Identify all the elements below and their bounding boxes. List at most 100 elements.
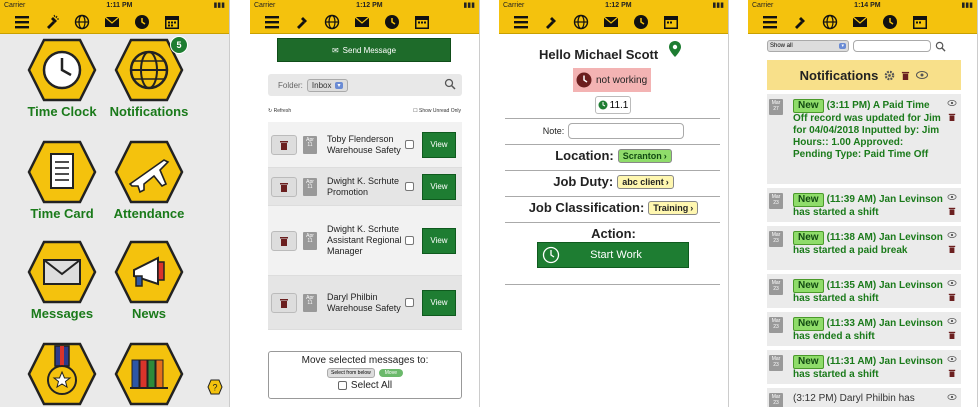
flashlight-icon[interactable] bbox=[792, 14, 808, 30]
calendar-icon[interactable] bbox=[912, 14, 928, 30]
mail-icon[interactable] bbox=[852, 14, 868, 30]
message-checkbox[interactable] bbox=[405, 236, 414, 245]
globe-icon[interactable] bbox=[573, 14, 589, 30]
eye-icon[interactable] bbox=[947, 280, 957, 286]
filter-value: Show all bbox=[770, 43, 793, 49]
eye-icon[interactable] bbox=[916, 71, 929, 79]
view-button[interactable]: View bbox=[422, 227, 456, 254]
trash-icon[interactable] bbox=[948, 112, 956, 122]
trash-icon[interactable] bbox=[948, 292, 956, 302]
move-target-select[interactable]: Select from below bbox=[327, 368, 375, 378]
notification-item[interactable]: Mar 23 New (11:38 AM) Jan Levinson has sta… bbox=[767, 226, 961, 270]
flashlight-icon[interactable] bbox=[294, 14, 310, 30]
trash-icon[interactable] bbox=[948, 244, 956, 254]
clock-icon[interactable] bbox=[882, 14, 898, 30]
message-checkbox[interactable] bbox=[405, 140, 414, 149]
gear-icon[interactable] bbox=[884, 70, 895, 81]
message-row[interactable]: Apr 11 Toby Flenderson Warehouse Safety V… bbox=[268, 122, 462, 168]
tile-time-clock[interactable]: Time Clock bbox=[12, 38, 112, 119]
notification-item[interactable]: Mar 23 New (11:31 AM) Jan Levinson has sta… bbox=[767, 350, 961, 384]
move-messages-panel: Move selected messages to: Select from b… bbox=[268, 351, 462, 399]
carrier-label: Carrier bbox=[503, 1, 525, 9]
view-button[interactable]: View bbox=[422, 131, 456, 158]
trash-icon[interactable] bbox=[271, 292, 297, 313]
clock-icon[interactable] bbox=[633, 14, 649, 30]
message-row[interactable]: Apr 11 Dwight K. Scrhute Assistant Region… bbox=[268, 206, 462, 276]
globe-icon[interactable] bbox=[822, 14, 838, 30]
select-all-checkbox[interactable] bbox=[337, 381, 347, 390]
notification-item[interactable]: Mar 23 New (11:39 AM) Jan Levinson has sta… bbox=[767, 188, 961, 222]
tile-time-card[interactable]: Time Card bbox=[12, 140, 112, 221]
trash-icon[interactable] bbox=[271, 176, 297, 197]
trash-icon[interactable] bbox=[948, 330, 956, 340]
view-button[interactable]: View bbox=[422, 173, 456, 200]
menu-icon[interactable] bbox=[513, 14, 529, 30]
trash-icon[interactable] bbox=[948, 206, 956, 216]
send-message-button[interactable]: ✉ Send Message bbox=[277, 38, 451, 62]
start-work-button[interactable]: Start Work bbox=[537, 242, 689, 268]
work-status-text: not working bbox=[596, 74, 648, 86]
location-select[interactable]: Scranton › bbox=[617, 148, 672, 163]
message-row[interactable]: Apr 11 Dwight K. Scrhute Promotion View bbox=[268, 168, 462, 206]
tile-label: Time Card bbox=[30, 206, 94, 221]
search-input[interactable] bbox=[853, 40, 931, 52]
notification-item[interactable]: Mar 23 New (11:33 AM) Jan Levinson has end… bbox=[767, 312, 961, 346]
eye-icon[interactable] bbox=[947, 394, 957, 400]
notification-item[interactable]: Mar 23 New (11:35 AM) Jan Levinson has sta… bbox=[767, 274, 961, 308]
tile-notifications[interactable]: 5 Notifications bbox=[99, 36, 199, 119]
message-checkbox[interactable] bbox=[405, 182, 414, 191]
refresh-link[interactable]: ↻ Refresh bbox=[268, 108, 291, 114]
tile-awards[interactable] bbox=[12, 342, 112, 406]
folder-select[interactable]: Inbox ▾ bbox=[306, 78, 348, 92]
trash-icon[interactable] bbox=[271, 230, 297, 251]
note-input[interactable] bbox=[568, 123, 685, 139]
calendar-icon[interactable] bbox=[164, 14, 180, 30]
eye-icon[interactable] bbox=[947, 356, 957, 362]
trash-icon[interactable] bbox=[271, 134, 297, 155]
help-icon[interactable]: ? bbox=[207, 379, 223, 395]
message-checkbox[interactable] bbox=[405, 298, 414, 307]
job-classification-select[interactable]: Training › bbox=[648, 200, 699, 215]
filter-select[interactable]: Show all ▾ bbox=[767, 40, 849, 52]
search-icon[interactable] bbox=[935, 41, 946, 52]
notification-item[interactable]: Mar 27 New (3:11 PM) A Paid Time Off recor… bbox=[767, 94, 961, 184]
menu-icon[interactable] bbox=[14, 14, 30, 30]
select-all-toggle[interactable]: Select All bbox=[269, 380, 461, 391]
eye-icon[interactable] bbox=[947, 318, 957, 324]
flashlight-icon[interactable] bbox=[44, 14, 60, 30]
trash-icon[interactable] bbox=[948, 368, 956, 378]
eye-icon[interactable] bbox=[947, 232, 957, 238]
menu-icon[interactable] bbox=[264, 14, 280, 30]
tile-documents[interactable] bbox=[99, 342, 199, 406]
refresh-label: Refresh bbox=[273, 108, 292, 114]
eye-icon[interactable] bbox=[947, 194, 957, 200]
globe-icon[interactable] bbox=[324, 14, 340, 30]
clock-icon[interactable] bbox=[384, 14, 400, 30]
tile-news[interactable]: News bbox=[99, 240, 199, 321]
mail-icon[interactable] bbox=[354, 14, 370, 30]
tile-messages[interactable]: Messages bbox=[12, 240, 112, 321]
location-pin-icon[interactable] bbox=[669, 41, 681, 57]
tile-attendance[interactable]: Attendance bbox=[99, 140, 199, 221]
clock-icon[interactable] bbox=[134, 14, 150, 30]
eye-icon[interactable] bbox=[947, 100, 957, 106]
flashlight-icon[interactable] bbox=[543, 14, 559, 30]
globe-icon[interactable] bbox=[74, 14, 90, 30]
calendar-icon[interactable] bbox=[663, 14, 679, 30]
menu-icon[interactable] bbox=[762, 14, 778, 30]
view-button[interactable]: View bbox=[422, 289, 456, 316]
move-button[interactable]: Move bbox=[378, 369, 403, 377]
notification-item[interactable]: Mar 23 (3:12 PM) Daryl Philbin has bbox=[767, 388, 961, 407]
show-unread-toggle[interactable]: ☐ Show Unread Only bbox=[413, 108, 461, 114]
battery-icon: ▮▮▮ bbox=[463, 2, 475, 9]
search-icon[interactable] bbox=[444, 78, 456, 90]
folder-label: Folder: bbox=[278, 80, 303, 90]
job-duty-select[interactable]: abc client › bbox=[617, 174, 674, 189]
message-row[interactable]: Apr 11 Daryl Philbin Warehouse Safety Vie… bbox=[268, 276, 462, 330]
trash-icon[interactable] bbox=[901, 70, 910, 81]
mail-icon[interactable] bbox=[104, 14, 120, 30]
home-tiles: Time Clock 5 Notifications Time Card Att… bbox=[0, 34, 229, 407]
show-unread-label: Show Unread Only bbox=[419, 108, 461, 114]
mail-icon[interactable] bbox=[603, 14, 619, 30]
calendar-icon[interactable] bbox=[414, 14, 430, 30]
